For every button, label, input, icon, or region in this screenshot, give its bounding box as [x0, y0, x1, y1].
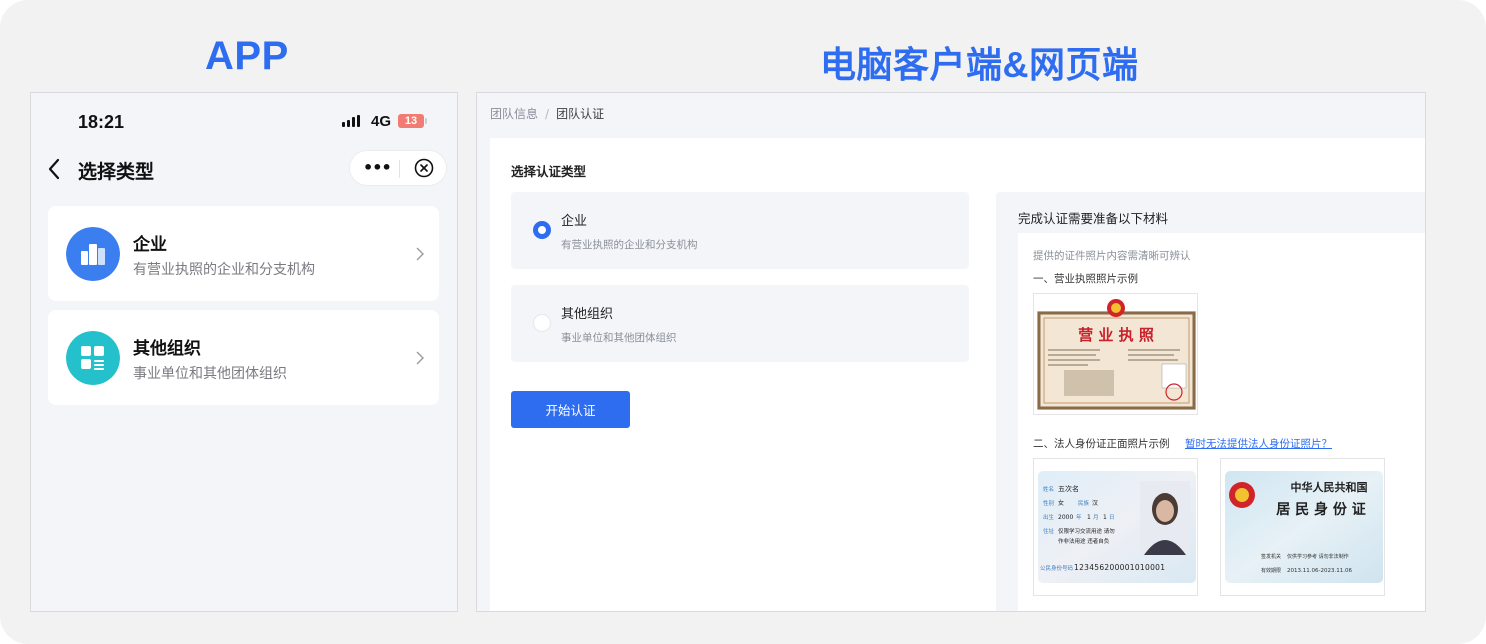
option-title: 企业 — [561, 214, 588, 229]
id-number: 123456200001010001 — [1074, 563, 1165, 572]
network-type: 4G — [371, 113, 392, 130]
id-gender-label: 性别 — [1043, 499, 1054, 507]
battery-icon: 13 — [398, 114, 427, 128]
page-title: 选择类型 — [78, 161, 155, 183]
id-address-label: 住址 — [1043, 527, 1055, 535]
pc-screen: 团队信息 / 团队认证 选择认证类型 企业 有营业执照的企业和分支机构 其他组织 事… — [476, 92, 1426, 612]
option-title: 其他组织 — [561, 307, 614, 322]
building-icon — [66, 227, 120, 281]
pc-main-content: 选择认证类型 企业 有营业执照的企业和分支机构 其他组织 事业单位和其他团体组织… — [490, 138, 1425, 611]
id-birth-year: 2000 — [1058, 514, 1073, 521]
status-time: 18:21 — [78, 112, 125, 132]
app-option-other-org[interactable]: 其他组织 事业单位和其他团体组织 — [48, 310, 439, 405]
id-portrait — [1140, 481, 1190, 555]
option-description: 有营业执照的企业和分支机构 — [133, 262, 315, 278]
business-license-sample: 营 业 执 照 — [1033, 293, 1198, 415]
id-validity-label: 有效期限 — [1261, 567, 1281, 574]
id-birth-month-unit: 月 — [1093, 514, 1099, 521]
radio-selected[interactable] — [533, 221, 551, 239]
materials-panel: 完成认证需要准备以下材料 提供的证件照片内容需清晰可辨认 一、营业执照照片示例 … — [996, 192, 1425, 611]
option-title: 其他组织 — [133, 339, 201, 359]
id-birth-label: 出生 — [1043, 513, 1055, 521]
breadcrumb-parent[interactable]: 团队信息 — [490, 107, 538, 121]
mini-program-capsule: ••• — [349, 150, 447, 186]
id-birth-day-unit: 日 — [1109, 514, 1115, 521]
id-back-line-1: 中华人民共和国 — [1291, 480, 1368, 494]
breadcrumb-separator: / — [545, 107, 550, 121]
license-title: 营 业 执 照 — [1078, 326, 1154, 344]
option-description: 事业单位和其他团体组织 — [133, 366, 287, 382]
id-birth-day: 1 — [1103, 514, 1107, 521]
id-ethnicity: 汉 — [1092, 499, 1098, 507]
id-birth-month: 1 — [1087, 514, 1091, 521]
id-authority-label: 签发机关 — [1261, 553, 1281, 560]
back-icon[interactable] — [45, 157, 65, 181]
id-address-line-2: 作非法用途 违者自负 — [1058, 537, 1110, 545]
id-authority: 仅供学习参考 请勿非法制作 — [1287, 553, 1349, 560]
option-description: 有营业执照的企业和分支机构 — [561, 239, 698, 251]
chevron-right-icon — [416, 351, 424, 365]
business-license-image: 营 业 执 照 — [1037, 299, 1196, 410]
id-birth-year-unit: 年 — [1076, 513, 1082, 521]
chevron-right-icon — [416, 247, 424, 261]
grid-list-icon — [66, 331, 120, 385]
signal-icon — [342, 115, 360, 127]
start-verification-button[interactable]: 开始认证 — [511, 391, 630, 428]
id-name: 五次名 — [1058, 484, 1079, 493]
materials-title: 完成认证需要准备以下材料 — [1018, 211, 1169, 226]
close-icon[interactable] — [414, 158, 434, 178]
radio-unselected[interactable] — [533, 314, 551, 332]
more-button[interactable]: ••• — [363, 158, 392, 177]
id-card-back-sample: 中华人民共和国 居 民 身 份 证 签发机关 仅供学习参考 请勿非法制作 有效期… — [1220, 458, 1385, 596]
license-heading: 一、营业执照照片示例 — [1033, 273, 1138, 285]
comparison-frame: APP 电脑客户端&网页端 18:21 4G 13 选择类型 ••• 企业 有营… — [0, 0, 1486, 644]
no-id-photo-link[interactable]: 暂时无法提供法人身份证照片？ — [1185, 436, 1332, 451]
materials-hint: 提供的证件照片内容需清晰可辨认 — [1033, 250, 1191, 262]
breadcrumb-current: 团队认证 — [556, 107, 605, 121]
id-card-front-sample: 姓名 五次名 性别 女 民族 汉 出生 2000 年 1 月 1 日 住址 仅限… — [1033, 458, 1198, 596]
id-card-front-image: 姓名 五次名 性别 女 民族 汉 出生 2000 年 1 月 1 日 住址 仅限… — [1038, 471, 1196, 583]
option-title: 企业 — [133, 235, 167, 255]
id-heading: 二、法人身份证正面照片示例 — [1033, 438, 1170, 450]
app-heading: APP — [205, 34, 289, 78]
id-back-line-2: 居 民 身 份 证 — [1276, 501, 1366, 518]
pc-heading: 电脑客户端&网页端 — [820, 44, 1139, 85]
app-option-enterprise[interactable]: 企业 有营业执照的企业和分支机构 — [48, 206, 439, 301]
id-validity: 2013.11.06-2023.11.06 — [1287, 568, 1352, 574]
id-name-label: 姓名 — [1043, 485, 1054, 493]
pc-option-other-org[interactable]: 其他组织 事业单位和其他团体组织 — [511, 285, 969, 362]
pc-option-enterprise[interactable]: 企业 有营业执照的企业和分支机构 — [511, 192, 969, 269]
app-screen: 18:21 4G 13 选择类型 ••• 企业 有营业执照的企业和分支机构 其他… — [30, 92, 458, 612]
id-number-label: 公民身份号码 — [1040, 564, 1074, 572]
id-gender: 女 — [1058, 499, 1064, 507]
id-ethnicity-label: 民族 — [1078, 499, 1090, 507]
breadcrumb: 团队信息 / 团队认证 — [490, 105, 604, 122]
materials-content: 提供的证件照片内容需清晰可辨认 一、营业执照照片示例 营 业 执 照 二、法人身… — [1018, 233, 1425, 611]
id-address-line-1: 仅限学习交流用途 请勿 — [1058, 527, 1115, 535]
section-title: 选择认证类型 — [511, 164, 587, 179]
option-description: 事业单位和其他团体组织 — [561, 332, 677, 344]
id-card-back-image: 中华人民共和国 居 民 身 份 证 签发机关 仅供学习参考 请勿非法制作 有效期… — [1225, 471, 1383, 583]
capsule-divider — [399, 160, 400, 178]
